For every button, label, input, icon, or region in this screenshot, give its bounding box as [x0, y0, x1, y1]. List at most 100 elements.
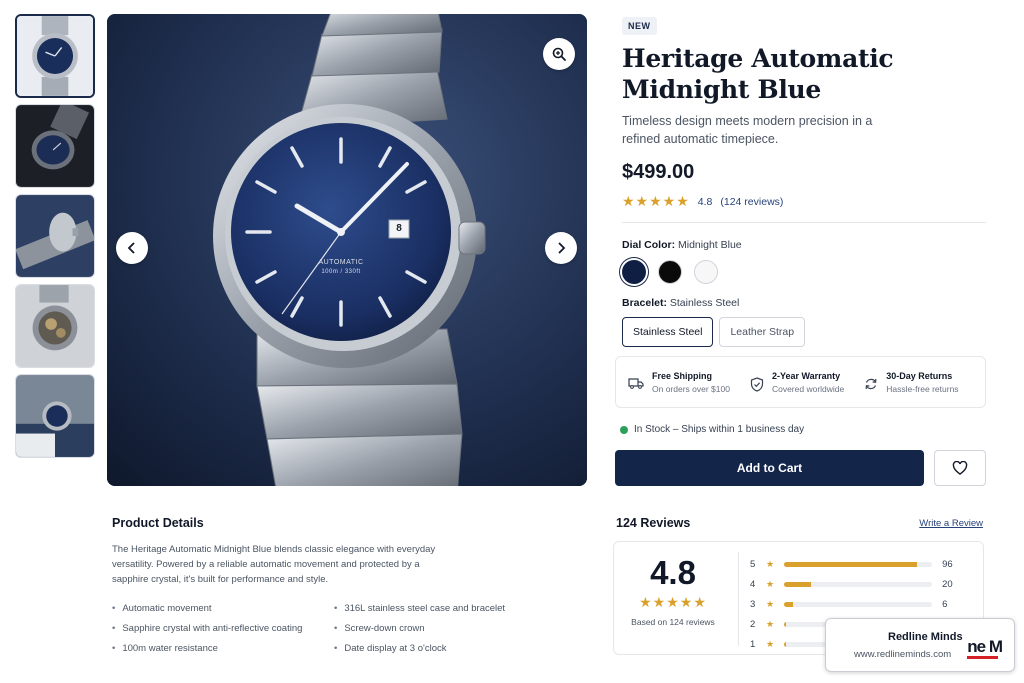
dial-color-swatch[interactable]	[658, 260, 682, 284]
thumbnail-angle-dark[interactable]	[15, 104, 95, 188]
thumbnail-side[interactable]	[15, 194, 95, 278]
review-count-link[interactable]: (124 reviews)	[720, 196, 783, 208]
rating-value: 4.8	[697, 195, 713, 208]
reviews-header: 124 Reviews Write a Review	[616, 516, 983, 530]
watermark-badge: Redline Minds www.redlineminds.com ne M	[825, 618, 1015, 672]
rating-bar-stars: 5	[750, 558, 756, 570]
bracelet-label-key: Bracelet:	[622, 297, 667, 309]
heart-icon	[952, 461, 968, 475]
rating-bar-fill	[784, 621, 786, 627]
dial-color-swatch[interactable]	[694, 260, 718, 284]
product-subtitle: Timeless design meets modern precision i…	[622, 114, 873, 146]
feature-bullet: 100m water resistance	[112, 643, 334, 654]
thumbnail-wrist[interactable]	[15, 374, 95, 458]
watch-thumbnail-image	[17, 16, 93, 96]
rating-bar-fill	[784, 561, 918, 567]
bracelet-value: Stainless Steel	[669, 297, 740, 309]
product-details-heading: Product Details	[112, 516, 204, 530]
zoom-in-icon	[552, 47, 566, 61]
feature-subtitle: Hassle-free returns	[886, 383, 959, 394]
feature-bullet: Date display at 3 o'clock	[334, 643, 554, 654]
rating-bar-count: 6	[942, 598, 948, 610]
truck-icon	[628, 377, 644, 389]
write-review-link[interactable]: Write a Review	[919, 518, 983, 529]
feature-bullet: 316L stainless steel case and bracelet	[334, 603, 554, 614]
watch-thumbnail-image	[16, 375, 94, 457]
watermark-name: Redline Minds	[888, 631, 963, 643]
rating-bar-stars: 2	[750, 618, 756, 630]
feature-warranty: 2-Year Warranty Covered worldwide	[750, 371, 844, 394]
star-icon: ★	[766, 558, 775, 569]
feature-bullet: Screw-down crown	[334, 623, 554, 634]
feature-bullet: Sapphire crystal with anti-reflective co…	[112, 623, 334, 634]
watch-thumbnail-image	[16, 105, 94, 187]
rating-bar-stars: 3	[750, 598, 756, 610]
rating-bar-row[interactable]: 3 ★ 6	[750, 594, 972, 614]
chevron-left-icon	[127, 242, 135, 254]
previous-image-button[interactable]	[116, 232, 148, 264]
average-rating-value: 4.8	[650, 554, 696, 591]
in-stock-dot-icon	[620, 425, 628, 434]
watch-thumbnail-image	[16, 195, 94, 277]
chevron-right-icon	[558, 242, 566, 254]
feature-free-shipping: Free Shipping On orders over $100	[628, 371, 730, 394]
dial-color-value: Midnight Blue	[678, 239, 742, 251]
feature-bullet: Automatic movement	[112, 603, 334, 614]
rating-bar-track	[784, 601, 933, 607]
rating-bar-row[interactable]: 4 ★ 20	[750, 574, 972, 594]
rating-bar-row[interactable]: 5 ★ 96	[750, 554, 972, 574]
bracelet-option-stainless-steel[interactable]: Stainless Steel	[622, 317, 714, 347]
stock-status: In Stock – Ships within 1 business day	[620, 424, 804, 435]
rating-bar-fill	[784, 581, 811, 587]
divider	[738, 552, 739, 646]
rating-bar-fill	[784, 641, 786, 647]
rating-bar-stars: 1	[750, 638, 756, 650]
stock-text: In Stock – Ships within 1 business day	[634, 424, 805, 435]
thumbnail-front[interactable]	[15, 14, 95, 98]
feature-title: 30-Day Returns	[886, 370, 953, 381]
rating-bar-count: 96	[942, 558, 953, 570]
dial-text-line2: 100m / 330ft	[321, 269, 361, 275]
bracelet-option-leather-strap[interactable]: Leather Strap	[719, 317, 806, 347]
product-title-line2: Midnight Blue	[622, 75, 822, 104]
rating-bar-fill	[784, 601, 793, 607]
product-title: Heritage Automatic Midnight Blue	[622, 43, 986, 105]
watch-hero-image	[107, 14, 587, 486]
dial-text: AUTOMATIC 100m / 330ft	[297, 259, 385, 275]
rating-bar-track	[784, 561, 933, 567]
thumbnail-caseback[interactable]	[15, 284, 95, 368]
feature-subtitle: On orders over $100	[652, 383, 730, 394]
feature-subtitle: Covered worldwide	[771, 383, 845, 394]
refresh-icon	[865, 378, 877, 389]
main-product-image[interactable]: AUTOMATIC 100m / 330ft 8	[107, 14, 587, 486]
wishlist-button[interactable]	[934, 450, 986, 486]
product-price: $499.00	[622, 161, 695, 183]
bracelet-options: Stainless Steel Leather Strap	[622, 317, 986, 347]
star-rating-icons: ★★★★★	[622, 193, 690, 209]
star-icon: ★	[766, 618, 775, 629]
product-details-features: Automatic movement 316L stainless steel …	[112, 603, 572, 654]
reviews-heading: 124 Reviews	[616, 516, 691, 530]
product-info: NEW Heritage Automatic Midnight Blue Tim…	[622, 14, 986, 347]
dial-color-label-key: Dial Color:	[622, 239, 676, 251]
watermark-url: www.redlineminds.com	[854, 649, 952, 660]
shield-check-icon	[750, 376, 764, 392]
product-details-description: The Heritage Automatic Midnight Blue ble…	[112, 544, 436, 585]
date-window-text: 8	[396, 223, 402, 234]
star-icon: ★	[766, 598, 775, 609]
new-badge: NEW	[622, 17, 657, 35]
next-image-button[interactable]	[545, 232, 577, 264]
average-star-icons: ★★★★★	[639, 594, 707, 610]
thumbnail-gallery	[15, 14, 95, 464]
rating-summary[interactable]: ★★★★★ 4.8 (124 reviews)	[622, 193, 986, 210]
divider	[622, 222, 986, 223]
dial-color-label: Dial Color: Midnight Blue	[622, 239, 986, 251]
feature-returns: 30-Day Returns Hassle-free returns	[864, 370, 959, 394]
rating-bar-stars: 4	[750, 578, 756, 590]
feature-title: Free Shipping	[652, 370, 713, 381]
dial-color-swatch[interactable]	[622, 260, 646, 284]
add-to-cart-button[interactable]: Add to Cart	[615, 450, 924, 486]
dial-text-line1: AUTOMATIC	[318, 259, 364, 266]
watch-thumbnail-image	[16, 285, 94, 367]
zoom-button[interactable]	[543, 38, 575, 70]
